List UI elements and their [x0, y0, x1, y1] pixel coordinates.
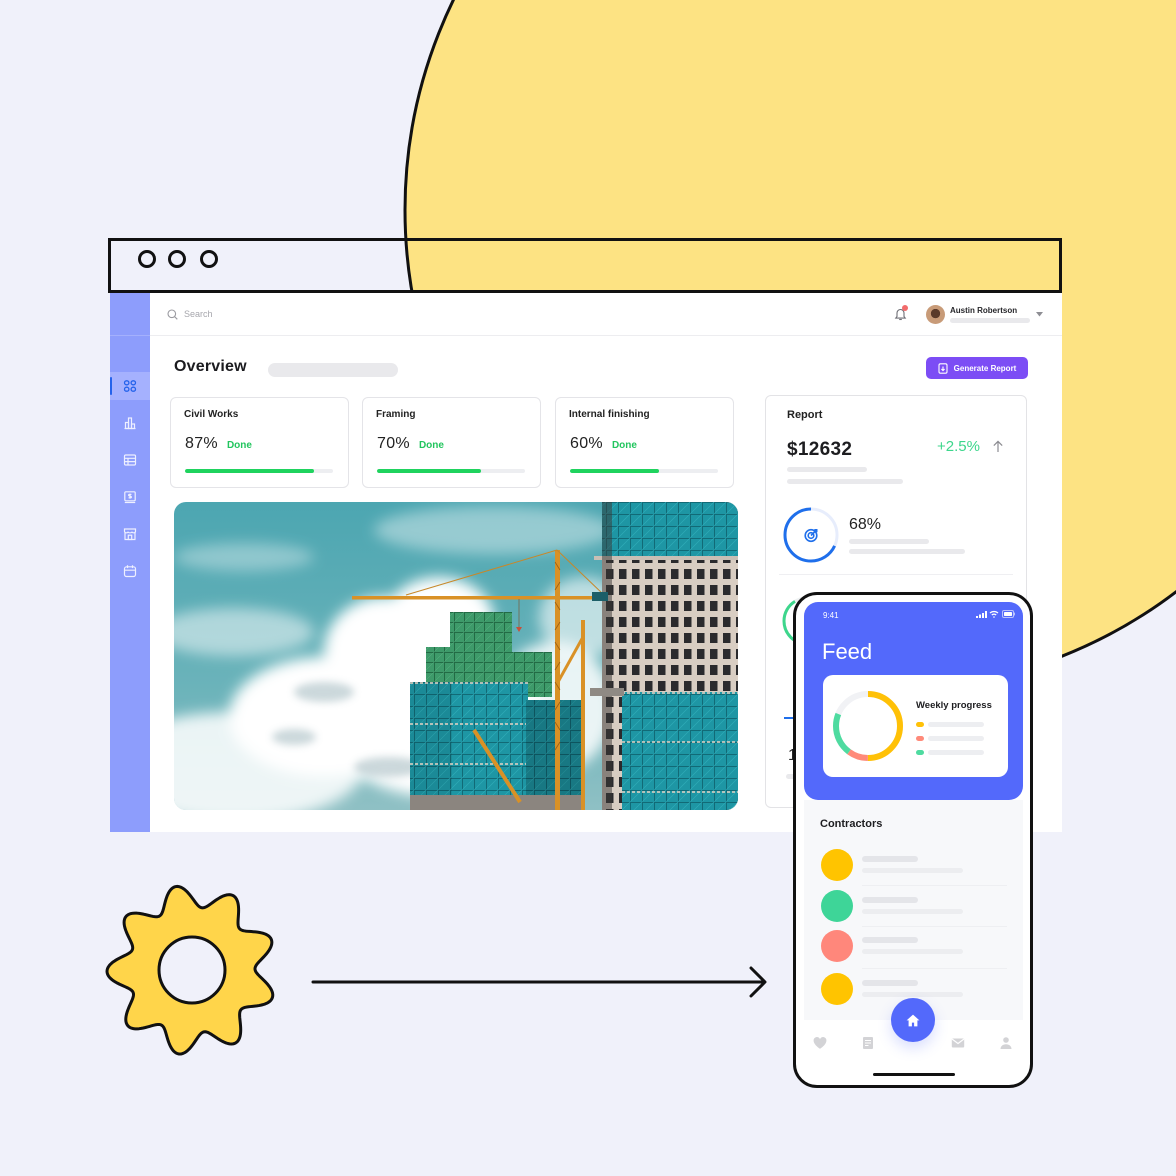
contractor-name-placeholder — [862, 937, 918, 943]
progress-card-value: 60% Done — [570, 435, 637, 453]
grid-icon — [123, 380, 137, 392]
progress-bar — [570, 469, 718, 473]
active-indicator — [110, 377, 112, 395]
contractor-avatar[interactable] — [821, 890, 853, 922]
text-placeholder — [849, 549, 965, 554]
progress-card-title: Framing — [376, 409, 416, 420]
progress-card-value: 70% Done — [377, 435, 444, 453]
user-avatar[interactable] — [926, 305, 945, 324]
page-title: Overview — [174, 358, 247, 375]
text-placeholder — [787, 479, 903, 484]
progress-percent: 87% — [185, 435, 218, 452]
arrow-right-icon — [311, 966, 767, 998]
progress-status: Done — [418, 440, 444, 451]
home-fab-button[interactable] — [891, 998, 935, 1042]
contractor-avatar[interactable] — [821, 973, 853, 1005]
progress-percent: 60% — [570, 435, 603, 452]
contractor-detail-placeholder — [862, 909, 963, 914]
sidebar — [110, 293, 150, 832]
contractor-name-placeholder — [862, 980, 918, 986]
progress-bar-fill — [185, 469, 314, 473]
report-title: Report — [787, 409, 823, 421]
mail-icon[interactable] — [951, 1036, 965, 1050]
document-icon[interactable] — [861, 1036, 875, 1050]
construction-photo-graphic — [174, 502, 738, 810]
user-icon[interactable] — [999, 1036, 1013, 1050]
download-document-icon — [938, 362, 948, 374]
contractor-detail-placeholder — [862, 949, 963, 954]
search-icon[interactable] — [167, 309, 178, 320]
illustration-canvas: Search Austin Robertson Overview Generat… — [0, 0, 1176, 1176]
user-name[interactable]: Austin Robertson — [950, 306, 1017, 315]
report-amount: $12632 — [787, 439, 853, 460]
contractor-name-placeholder — [862, 897, 918, 903]
contractor-list — [796, 595, 1030, 1015]
bar-chart-icon — [124, 417, 136, 430]
sidebar-item-table[interactable] — [110, 446, 150, 474]
progress-status: Done — [611, 440, 637, 451]
sidebar-item-finance[interactable] — [110, 483, 150, 511]
calendar-icon — [123, 565, 137, 578]
divider — [862, 885, 1007, 886]
progress-bar-fill — [377, 469, 481, 473]
contractor-avatar[interactable] — [821, 930, 853, 962]
divider — [862, 968, 1007, 969]
progress-card[interactable]: Framing 70% Done — [362, 397, 541, 488]
window-control-dot[interactable] — [168, 250, 186, 268]
store-icon — [123, 528, 137, 541]
progress-card-value: 87% Done — [185, 435, 252, 453]
arrow-up-icon — [993, 440, 1003, 452]
contractor-detail-placeholder — [862, 868, 963, 873]
chevron-down-icon[interactable] — [1036, 312, 1043, 317]
search-input[interactable]: Search — [184, 309, 304, 321]
heart-icon[interactable] — [813, 1036, 827, 1050]
generate-report-button[interactable]: Generate Report — [926, 357, 1028, 379]
report-change: +2.5% — [937, 438, 980, 455]
progress-card-title: Internal finishing — [569, 409, 650, 420]
text-placeholder — [787, 467, 867, 472]
divider — [779, 574, 1013, 575]
target-icon — [804, 528, 818, 543]
target-percent: 68% — [849, 516, 882, 533]
progress-card[interactable]: Civil Works 87% Done — [170, 397, 349, 488]
progress-bar-fill — [570, 469, 659, 473]
invoice-icon — [124, 491, 136, 504]
divider — [862, 926, 1007, 927]
progress-percent: 70% — [377, 435, 410, 452]
target-progress-ring — [783, 507, 839, 563]
sidebar-item-store[interactable] — [110, 520, 150, 548]
notification-badge — [902, 305, 908, 311]
construction-site-photo — [174, 502, 738, 810]
text-placeholder — [849, 539, 929, 544]
generate-report-label: Generate Report — [953, 363, 1017, 373]
contractor-name-placeholder — [862, 856, 918, 862]
progress-bar — [185, 469, 333, 473]
subtitle-placeholder — [268, 363, 398, 377]
sidebar-item-dashboard[interactable] — [110, 372, 150, 400]
mobile-phone-mockup: 9:41 Feed Weekly progress Contractors — [793, 592, 1033, 1088]
sidebar-item-calendar[interactable] — [110, 557, 150, 585]
sidebar-divider — [110, 335, 150, 336]
progress-card-title: Civil Works — [184, 409, 239, 420]
contractor-detail-placeholder — [862, 992, 963, 997]
browser-title-bar — [108, 238, 1062, 293]
progress-card[interactable]: Internal finishing 60% Done — [555, 397, 734, 488]
window-control-dot[interactable] — [138, 250, 156, 268]
contractor-avatar[interactable] — [821, 849, 853, 881]
user-subtitle-placeholder — [950, 318, 1030, 323]
progress-bar — [377, 469, 525, 473]
home-icon — [906, 1014, 920, 1026]
gear-icon — [105, 884, 275, 1056]
progress-status: Done — [226, 440, 252, 451]
table-icon — [123, 454, 137, 466]
home-indicator — [873, 1073, 955, 1076]
window-control-dot[interactable] — [200, 250, 218, 268]
sidebar-item-analytics[interactable] — [110, 409, 150, 437]
